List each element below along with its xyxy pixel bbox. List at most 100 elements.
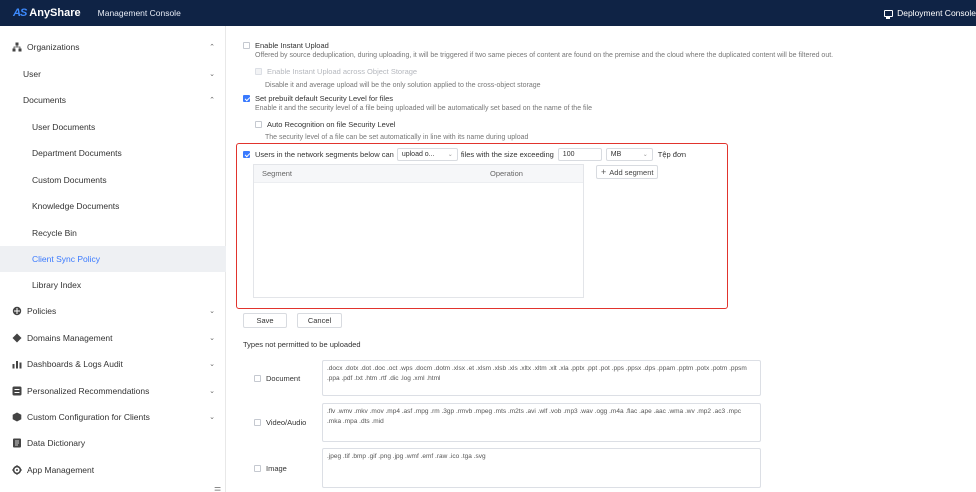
- deployment-console-link[interactable]: Deployment Console: [884, 0, 976, 26]
- types-section-title: Types not permitted to be uploaded: [243, 340, 361, 349]
- chevron-up-icon: ⌃: [209, 44, 215, 51]
- deployment-console-label: Deployment Console: [897, 8, 976, 18]
- sidebar-item-label: Policies: [27, 306, 57, 316]
- monitor-icon: [884, 9, 894, 19]
- instant-upload-storage-label: Enable Instant Upload across Object Stor…: [267, 67, 418, 76]
- sidebar-item-dashboards-logs-audit[interactable]: Dashboards & Logs Audit ⌄: [0, 351, 226, 377]
- type-document-checkbox[interactable]: [254, 375, 261, 382]
- sidebar-item-personalized-recommendations[interactable]: Personalized Recommendations ⌄: [0, 378, 226, 404]
- segment-table-header: Segment Operation: [254, 165, 583, 183]
- sidebar-item-label: Personalized Recommendations: [27, 386, 150, 396]
- prebuilt-security-checkbox[interactable]: [243, 95, 250, 102]
- auto-recognition-desc: The security level of a file can be set …: [265, 134, 529, 141]
- type-image-extensions[interactable]: .jpeg .tif .bmp .gif .png .jpg .wmf .emf…: [322, 448, 761, 488]
- sidebar-item-domains-management[interactable]: Domains Management ⌄: [0, 325, 226, 351]
- console-title: Management Console: [97, 8, 181, 18]
- operation-column-header: Operation: [490, 169, 523, 178]
- sidebar-item-label: Knowledge Documents: [32, 201, 120, 211]
- sidebar-item-recycle-bin[interactable]: Recycle Bin: [0, 220, 226, 246]
- upload-action-select[interactable]: upload o... ⌄: [396, 148, 458, 161]
- size-value-input[interactable]: 100: [557, 148, 602, 161]
- type-document-extensions[interactable]: .docx .dotx .dot .doc .oct .wps .docm .d…: [322, 360, 761, 396]
- chevron-down-icon: ⌄: [209, 335, 215, 342]
- network-segment-row: Users in the network segments below can …: [243, 148, 686, 161]
- type-video-audio-checkbox[interactable]: [254, 419, 261, 426]
- sidebar-item-label: Data Dictionary: [27, 438, 86, 448]
- size-unit-select[interactable]: MB ⌄: [605, 148, 653, 161]
- main-content: Enable Instant Upload Offered by source …: [232, 26, 976, 492]
- logo-mark-icon: AS: [13, 7, 27, 19]
- chevron-down-icon: ⌄: [209, 388, 215, 395]
- sidebar-item-label: App Management: [27, 465, 95, 475]
- type-image-label: Image: [266, 464, 287, 473]
- chevron-down-icon: ⌄: [447, 152, 453, 158]
- sidebar-item-policies[interactable]: Policies ⌄: [0, 298, 226, 324]
- sidebar-item-label: Custom Configuration for Clients: [27, 412, 150, 422]
- auto-recognition-label: Auto Recognition on file Security Level: [267, 120, 396, 129]
- prebuilt-security-label: Set prebuilt default Security Level for …: [255, 94, 393, 103]
- prebuilt-security-desc: Enable it and the security level of a fi…: [255, 105, 592, 112]
- sidebar-item-label: User Documents: [32, 122, 96, 132]
- sidebar-item-data-dictionary[interactable]: Data Dictionary: [0, 430, 226, 456]
- chevron-down-icon: ⌄: [209, 414, 215, 421]
- add-segment-button[interactable]: + Add segment: [596, 165, 659, 179]
- sidebar-item-label: Dashboards & Logs Audit: [27, 359, 123, 369]
- sidebar-item-organizations[interactable]: Organizations ⌃: [0, 34, 226, 60]
- type-video-audio-row: Video/Audio: [254, 418, 306, 427]
- chevron-up-icon: ⌃: [209, 97, 215, 104]
- network-segment-label: Users in the network segments below can: [255, 150, 394, 159]
- sidebar-item-app-management[interactable]: App Management: [0, 457, 226, 483]
- dictionary-icon: [12, 438, 22, 448]
- recommend-icon: [12, 386, 22, 396]
- chevron-down-icon: ⌄: [209, 361, 215, 368]
- segment-table: Segment Operation: [253, 164, 584, 298]
- sidebar-item-label: Department Documents: [32, 148, 122, 158]
- sidebar-item-documents[interactable]: Documents ⌃: [0, 87, 226, 113]
- prebuilt-security-row: Set prebuilt default Security Level for …: [243, 94, 393, 103]
- cancel-button[interactable]: Cancel: [297, 313, 342, 328]
- single-file-label: Tệp đơn: [657, 150, 687, 159]
- instant-upload-checkbox[interactable]: [243, 42, 250, 49]
- instant-upload-storage-checkbox[interactable]: [255, 68, 262, 75]
- sidebar-item-custom-configuration[interactable]: Custom Configuration for Clients ⌄: [0, 404, 226, 430]
- chevron-down-icon: ⌄: [209, 308, 215, 315]
- upload-action-value: upload o...: [401, 151, 435, 158]
- sidebar-item-library-index[interactable]: Library Index: [0, 272, 226, 298]
- anyshare-logo[interactable]: AS AnyShare: [13, 7, 81, 19]
- sidebar-item-custom-documents[interactable]: Custom Documents: [0, 167, 226, 193]
- collapse-menu-icon[interactable]: ☰: [214, 486, 221, 492]
- app-gear-icon: [12, 465, 22, 475]
- logo-text: AnyShare: [29, 7, 81, 19]
- dashboard-icon: [12, 359, 22, 369]
- type-image-checkbox[interactable]: [254, 465, 261, 472]
- plus-icon: +: [601, 167, 607, 177]
- sidebar-item-label: Library Index: [32, 280, 82, 290]
- type-document-row: Document: [254, 374, 300, 383]
- sidebar-item-department-documents[interactable]: Department Documents: [0, 140, 226, 166]
- network-segment-checkbox[interactable]: [243, 151, 250, 158]
- instant-upload-storage-desc: Disable it and average upload will be th…: [265, 82, 541, 89]
- type-video-audio-extensions[interactable]: .flv .wmv .mkv .mov .mp4 .asf .mpg .rm .…: [322, 403, 761, 442]
- instant-upload-desc: Offered by source deduplication, during …: [255, 52, 834, 59]
- chevron-down-icon: ⌄: [209, 71, 215, 78]
- chevron-down-icon: ⌄: [642, 152, 648, 158]
- size-exceeding-label: files with the size exceeding: [460, 150, 554, 159]
- type-video-audio-label: Video/Audio: [266, 418, 307, 427]
- save-button[interactable]: Save: [243, 313, 287, 328]
- sidebar-item-user-documents[interactable]: User Documents: [0, 114, 226, 140]
- sidebar-item-label: Custom Documents: [32, 175, 107, 185]
- sidebar-item-label: User: [23, 69, 41, 79]
- sidebar-item-user[interactable]: User ⌄: [0, 61, 226, 87]
- domain-icon: [12, 333, 22, 343]
- size-unit-value: MB: [610, 151, 622, 158]
- sidebar-item-knowledge-documents[interactable]: Knowledge Documents: [0, 193, 226, 219]
- policy-icon: [12, 306, 22, 316]
- auto-recognition-checkbox[interactable]: [255, 121, 262, 128]
- type-document-label: Document: [266, 374, 301, 383]
- instant-upload-storage-row: Enable Instant Upload across Object Stor…: [255, 67, 417, 76]
- sidebar-item-client-sync-policy[interactable]: Client Sync Policy: [0, 246, 226, 272]
- instant-upload-label: Enable Instant Upload: [255, 41, 329, 50]
- sidebar-item-label: Organizations: [27, 42, 80, 52]
- top-bar: AS AnyShare Management Console Deploymen…: [0, 0, 976, 26]
- type-image-row: Image: [254, 464, 287, 473]
